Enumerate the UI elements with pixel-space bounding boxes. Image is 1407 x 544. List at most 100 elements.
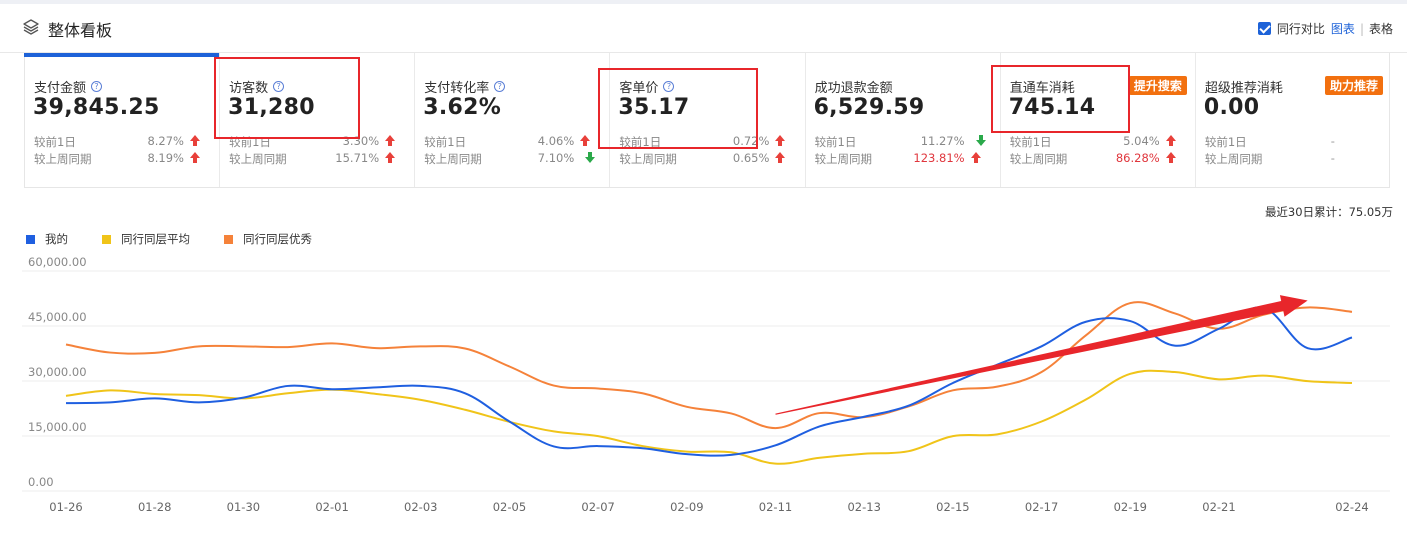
compare-empty: - [1330,151,1335,165]
metric-label-text: 支付金额 [34,81,87,96]
compare-label: 较前1日 [34,135,76,149]
compare-empty: - [1330,134,1335,148]
compare-label: 较前1日 [1009,135,1052,149]
arrow-up-icon [190,152,200,163]
y-tick-label: 30,000.00 [28,365,87,379]
compare-percent: 123.81% [913,151,965,165]
arrow-up-icon [580,135,591,146]
compare-label: 较上周同期 [619,152,677,166]
compare-percent: 11.27% [920,134,965,148]
metric-label: 支付转化率? [424,77,506,96]
legend-swatch [102,234,111,244]
view-chart-toggle[interactable]: 图表 [1331,20,1355,37]
help-icon[interactable]: ? [494,81,506,92]
compare-prev-week: 较上周同期 7.10% [424,151,602,166]
compare-prev-week: 较上周同期 123.81% [815,151,993,166]
metric-value: 39,845.25 [33,95,160,120]
legend-label: 我的 [45,232,68,246]
x-tick-label: 02-11 [759,500,792,514]
view-separator: | [1359,21,1364,36]
compare-label: 较上周同期 [229,152,287,166]
series-line [65,301,1353,430]
highlight-box-unit-price [598,68,758,149]
x-tick-label: 02-03 [404,500,437,514]
metric-label-text: 支付转化率 [424,81,490,96]
series-line [65,369,1353,465]
compare-prev-day: 较前1日 4.06% [424,134,602,149]
metric-label: 成功退款金额 [815,77,893,96]
legend-item[interactable]: 同行同层平均 [102,231,190,247]
x-tick-label: 02-24 [1335,500,1368,514]
arrow-up-icon [970,152,981,163]
legend-swatch [26,234,35,244]
compare-prev-day: 较前1日 - [1205,134,1383,149]
legend-label: 同行同层平均 [121,232,190,246]
compare-percent: 4.06% [537,134,575,148]
legend-swatch [224,234,233,244]
compare-checkbox[interactable] [1257,22,1271,35]
arrow-up-icon [385,152,396,163]
compare-label: 较前1日 [424,135,467,149]
compare-label[interactable]: 同行对比 [1277,20,1325,37]
metric-label: 超级推荐消耗 [1205,77,1283,96]
compare-percent: 8.19% [147,151,184,165]
x-tick-label: 02-15 [936,500,969,514]
compare-label: 较前1日 [1204,135,1247,149]
compare-percent: 0.65% [732,151,770,165]
metric-label-text: 超级推荐消耗 [1204,81,1283,96]
arrow-up-icon [775,152,786,163]
page-title: 整体看板 [48,21,113,40]
compare-percent: 86.28% [1115,151,1160,165]
compare-prev-day: 较前1日 5.04% [1010,134,1188,149]
cumulative-total: 最近30日累计：75.05万 [1264,205,1393,219]
compare-prev-week: 较上周同期 86.28% [1010,151,1188,166]
metric-card[interactable]: 成功退款金额 6,529.59 较前1日 11.27% 较上周同期 123.81% [806,53,1001,187]
compare-prev-week: 较上周同期 0.65% [619,151,797,166]
arrow-up-icon [190,135,200,146]
metric-card[interactable]: 超级推荐消耗 助力推荐 0.00 较前1日 - 较上周同期 - [1196,53,1391,187]
x-tick-label: 02-09 [670,500,703,514]
trend-line-chart: 60,000.00 45,000.00 30,000.00 15,000.00 0.00… [22,255,1390,514]
y-tick-label: 60,000.00 [28,255,87,269]
compare-label: 较上周同期 [814,152,873,166]
compare-percent: 8.27% [147,134,184,148]
legend-item[interactable]: 我的 [26,231,68,247]
promo-badge-button[interactable]: 提升搜索 [1128,76,1187,95]
highlight-box-visitors [214,57,360,139]
arrow-up-icon [385,135,396,146]
y-tick-label: 0.00 [28,475,54,489]
layers-icon [23,19,39,35]
compare-label: 较上周同期 [34,152,92,166]
x-tick-label: 01-26 [49,500,82,514]
annotation-arrow [775,295,1308,415]
arrow-up-icon [1165,135,1176,146]
x-tick-label: 02-19 [1114,500,1147,514]
view-controls: 同行对比 图表 | 表格 [1257,20,1393,37]
active-card-indicator [24,53,219,57]
compare-label: 较上周同期 [1009,152,1068,166]
metric-card[interactable]: 支付转化率? 3.62% 较前1日 4.06% 较上周同期 7.10% [415,53,611,187]
x-tick-label: 02-05 [493,500,526,514]
chart-legend: 我的 同行同层平均 同行同层优秀 [26,231,346,247]
help-icon[interactable]: ? [91,81,103,92]
legend-item[interactable]: 同行同层优秀 [224,231,312,247]
highlight-box-ztc-cost [991,65,1130,133]
x-tick-label: 02-01 [315,500,348,514]
compare-percent: 5.04% [1123,134,1160,148]
dashboard-header: 整体看板 同行对比 图表 | 表格 [0,4,1407,52]
x-tick-label: 02-17 [1025,500,1058,514]
compare-prev-day: 较前1日 11.27% [815,134,993,149]
metric-value: 6,529.59 [813,95,925,120]
compare-percent: 15.71% [335,151,380,165]
metric-label: 支付金额? [34,77,103,96]
x-tick-label: 02-21 [1202,500,1235,514]
promo-badge-button[interactable]: 助力推荐 [1324,76,1383,95]
compare-prev-week: 较上周同期 - [1205,151,1383,166]
metric-value: 3.62% [423,95,502,120]
arrow-up-icon [775,135,786,146]
view-table-toggle[interactable]: 表格 [1369,20,1393,37]
x-tick-label: 01-28 [138,500,171,514]
compare-percent: 7.10% [537,151,575,165]
metric-card[interactable]: 支付金额? 39,845.25 较前1日 8.27% 较上周同期 8.19% [25,53,221,187]
compare-label: 较上周同期 [1204,152,1263,166]
